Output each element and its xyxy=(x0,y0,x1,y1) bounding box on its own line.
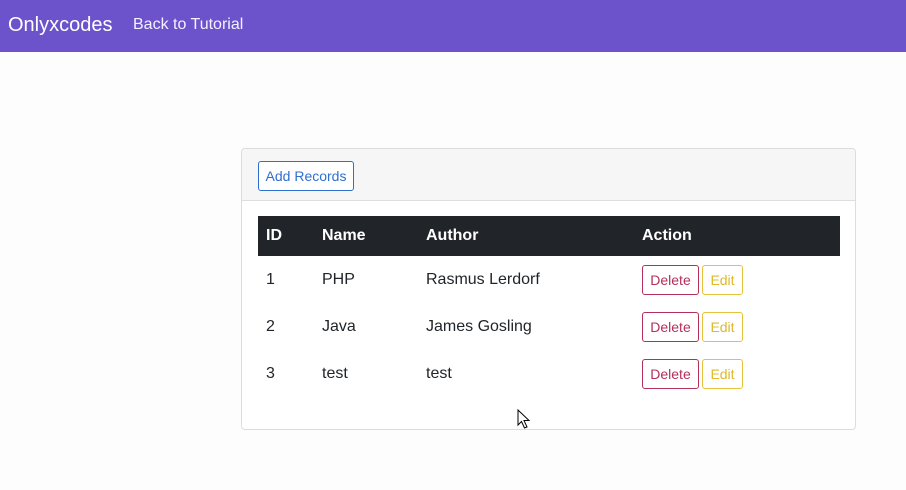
cell-author: test xyxy=(426,364,452,382)
edit-button[interactable]: Edit xyxy=(702,358,743,389)
add-records-button[interactable]: Add Records xyxy=(258,161,354,191)
edit-button[interactable]: Edit xyxy=(702,311,743,342)
delete-button[interactable]: Delete xyxy=(642,311,699,342)
records-table: ID Name Author Action 1 PHP Rasmus Lerdo… xyxy=(258,216,840,397)
navbar: Onlyxcodes Back to Tutorial xyxy=(0,0,906,52)
header-id: ID xyxy=(266,227,282,244)
cell-author: Rasmus Lerdorf xyxy=(426,270,540,288)
cell-action: Delete Edit xyxy=(634,256,840,303)
edit-button[interactable]: Edit xyxy=(702,264,743,295)
cell-name: test xyxy=(322,364,348,382)
cell-name: PHP xyxy=(322,270,355,288)
cell-id: 2 xyxy=(266,317,275,335)
mouse-pointer-icon xyxy=(517,409,531,429)
brand-link[interactable]: Onlyxcodes xyxy=(8,13,113,37)
cell-action: Delete Edit xyxy=(634,303,840,350)
table-body: 1 PHP Rasmus Lerdorf Delete Edit 2 Java J… xyxy=(258,256,840,397)
header-name: Name xyxy=(322,227,366,244)
cell-action: Delete Edit xyxy=(634,350,840,397)
header-author: Author xyxy=(426,227,479,244)
cell-author: James Gosling xyxy=(426,317,532,335)
cell-id: 3 xyxy=(266,364,275,382)
delete-button[interactable]: Delete xyxy=(642,264,699,295)
back-to-tutorial-link[interactable]: Back to Tutorial xyxy=(133,15,243,35)
header-action: Action xyxy=(642,227,692,244)
cell-name: Java xyxy=(322,317,356,335)
table-row: 3 test test Delete Edit xyxy=(258,350,840,397)
table-row: 1 PHP Rasmus Lerdorf Delete Edit xyxy=(258,256,840,303)
records-card: Add Records ID Name Author Action 1 PHP … xyxy=(241,148,856,430)
delete-button[interactable]: Delete xyxy=(642,358,699,389)
table-header: ID Name Author Action xyxy=(258,216,840,256)
table-row: 2 Java James Gosling Delete Edit xyxy=(258,303,840,350)
card-header: Add Records xyxy=(242,149,855,201)
cell-id: 1 xyxy=(266,270,275,288)
table-header-row: ID Name Author Action xyxy=(258,216,840,256)
